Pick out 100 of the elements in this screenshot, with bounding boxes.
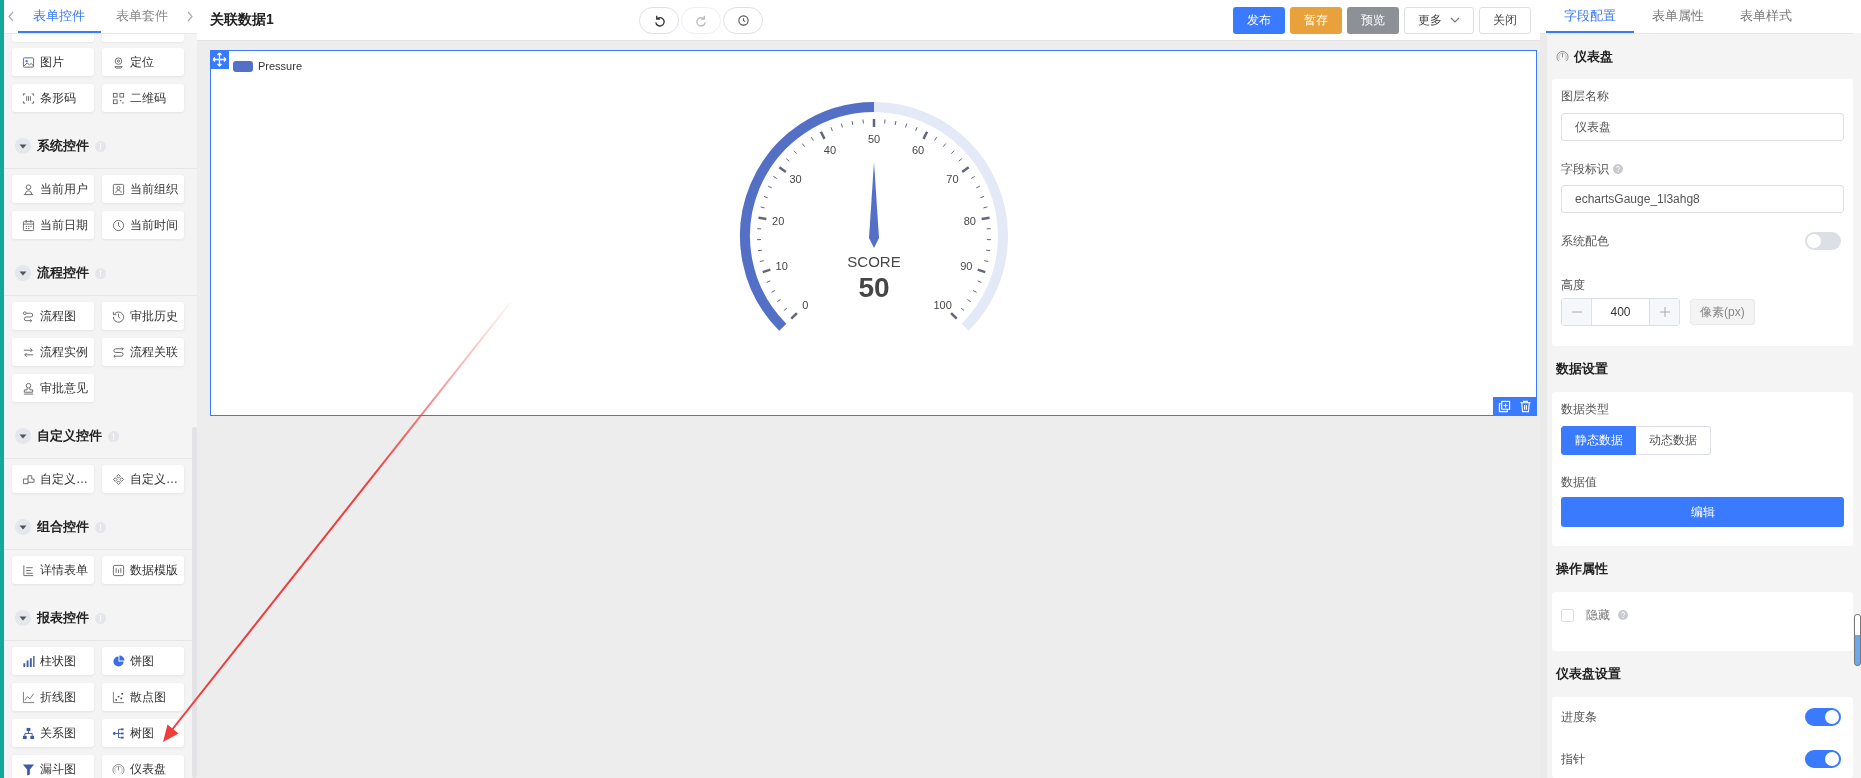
- clock-icon: [112, 218, 125, 232]
- palette-item[interactable]: 饼图: [102, 647, 184, 675]
- palette-item[interactable]: 流程图: [12, 302, 94, 330]
- close-button[interactable]: 关闭: [1479, 6, 1531, 34]
- section-title: 数据设置: [1556, 360, 1608, 378]
- palette-item[interactable]: 自定义…: [102, 465, 184, 493]
- panel-tab[interactable]: 表单属性: [1634, 0, 1722, 33]
- segment-option[interactable]: 静态数据: [1561, 426, 1636, 455]
- checkbox[interactable]: [1561, 608, 1574, 622]
- palette-item[interactable]: 详情表单: [12, 556, 94, 584]
- axis-label: 100: [932, 298, 952, 311]
- layer-name-field[interactable]: 仪表盘: [1561, 113, 1844, 141]
- palette-item[interactable]: 审批意见: [12, 374, 94, 402]
- history-icon: [112, 309, 125, 323]
- move-handle-icon[interactable]: [210, 50, 229, 69]
- caret-icon[interactable]: [15, 138, 31, 154]
- help-icon: [1618, 610, 1628, 620]
- caret-icon[interactable]: [15, 265, 31, 281]
- field-id-field[interactable]: echartsGauge_1l3ahg8: [1561, 185, 1844, 213]
- axis-label: 70: [945, 173, 959, 185]
- palette-item[interactable]: 当前时间: [102, 211, 184, 239]
- palette-item[interactable]: 关系图: [12, 719, 94, 747]
- section-title: 流程控件: [37, 264, 89, 282]
- legend-swatch[interactable]: [233, 60, 253, 72]
- palette-item[interactable]: 图片: [12, 48, 94, 76]
- edit-button[interactable]: 编辑: [1561, 497, 1844, 527]
- toolbar-button[interactable]: [639, 6, 679, 34]
- scrollbar[interactable]: [192, 427, 197, 778]
- component-icon: [22, 472, 35, 486]
- toolbar-button[interactable]: [723, 6, 763, 34]
- palette-item[interactable]: 二维码: [102, 84, 184, 112]
- palette-item[interactable]: 仪表盘: [102, 755, 184, 778]
- checkbox-label[interactable]: 隐藏: [1586, 606, 1610, 624]
- axis-label: 20: [771, 214, 784, 227]
- grid-icon: [112, 91, 125, 105]
- scatter-plot-icon: [112, 690, 125, 704]
- publish-button[interactable]: 发布: [1233, 6, 1285, 34]
- toggle-switch[interactable]: [1805, 750, 1841, 768]
- palette-item[interactable]: 自定义…: [12, 465, 94, 493]
- toggle-switch[interactable]: [1805, 232, 1841, 250]
- caret-icon[interactable]: [15, 610, 31, 626]
- history-icon: [736, 13, 750, 27]
- undo-icon: [652, 13, 666, 27]
- field-label: 图层名称: [1561, 88, 1609, 105]
- person-icon: [22, 182, 35, 196]
- section-title: 报表控件: [37, 609, 89, 627]
- info-icon: [95, 612, 106, 624]
- panel-tab[interactable]: 表单套件: [100, 0, 183, 33]
- palette-item[interactable]: 数据模版: [102, 556, 184, 584]
- diamond-icon: [112, 472, 125, 486]
- palette-item[interactable]: 树图: [102, 719, 184, 747]
- stamp-icon: [22, 381, 35, 395]
- field-label: 高度: [1561, 277, 1585, 294]
- palette-item[interactable]: 当前组织: [102, 175, 184, 203]
- template-icon: [112, 563, 125, 577]
- tree-icon: [112, 726, 125, 740]
- unit-tag: 像素(px): [1690, 299, 1755, 325]
- palette-item[interactable]: 折线图: [12, 683, 94, 711]
- legend-label[interactable]: Pressure: [258, 60, 303, 72]
- panel-tab[interactable]: 表单样式: [1722, 0, 1810, 33]
- caret-icon[interactable]: [15, 519, 31, 535]
- palette-item[interactable]: 柱状图: [12, 647, 94, 675]
- axis-label: 0: [801, 298, 808, 311]
- funnel-icon: [22, 762, 35, 776]
- delete-icon[interactable]: [1519, 400, 1532, 413]
- more-dropdown[interactable]: 更多: [1404, 6, 1474, 34]
- field-label: 数据值: [1561, 474, 1597, 491]
- palette-item[interactable]: 当前用户: [12, 175, 94, 203]
- gauge-title: SCORE: [846, 253, 901, 270]
- toggle-switch[interactable]: [1805, 708, 1841, 726]
- info-icon: [95, 267, 106, 279]
- info-icon: [108, 430, 119, 442]
- list-icon: [22, 563, 35, 577]
- palette-item[interactable]: 流程实例: [12, 338, 94, 366]
- field-label: 系统配色: [1561, 233, 1609, 250]
- section-title: 操作属性: [1556, 560, 1608, 578]
- axis-label: 60: [911, 143, 924, 156]
- barcode-icon: [22, 91, 35, 105]
- palette-item[interactable]: 条形码: [12, 84, 94, 112]
- gauge-icon: [112, 762, 125, 776]
- redo-icon: [694, 13, 708, 27]
- info-icon: [95, 521, 106, 533]
- palette-item[interactable]: 流程关联: [102, 338, 184, 366]
- chart-card[interactable]: Pressure 0 10 20 30 40 50 60 70 80 90 100 SCORE 50: [210, 50, 1537, 416]
- info-icon: [95, 140, 106, 152]
- palette-item[interactable]: 漏斗图: [12, 755, 94, 778]
- gauge-value: 50: [857, 272, 890, 303]
- id-card-icon: [112, 182, 125, 196]
- segment-option[interactable]: 动态数据: [1636, 426, 1711, 455]
- palette-item[interactable]: 当前日期: [12, 211, 94, 239]
- axis-label: 90: [959, 259, 972, 272]
- caret-icon[interactable]: [15, 428, 31, 444]
- palette-item[interactable]: 审批历史: [102, 302, 184, 330]
- palette-item[interactable]: 散点图: [102, 683, 184, 711]
- chevron-down-icon: [1450, 17, 1460, 23]
- field-label: 数据类型: [1561, 401, 1609, 418]
- number-stepper[interactable]: 400: [1561, 298, 1680, 326]
- copy-icon[interactable]: [1498, 400, 1511, 413]
- palette-item[interactable]: 定位: [102, 48, 184, 76]
- gauge-icon: [1556, 50, 1569, 63]
